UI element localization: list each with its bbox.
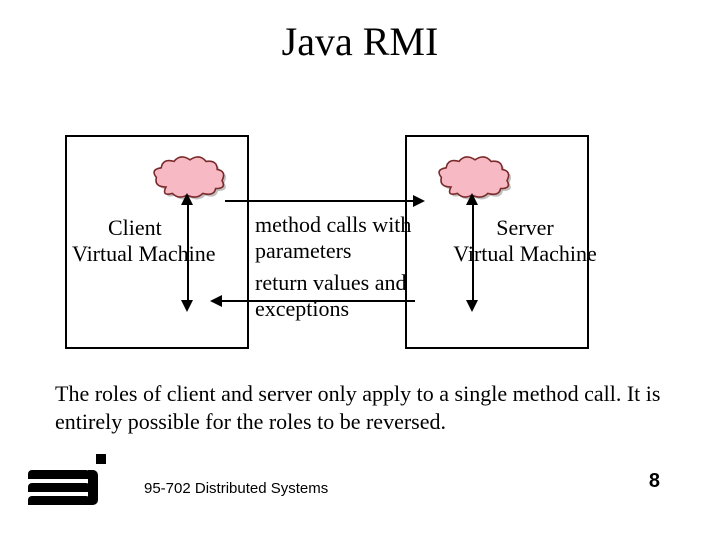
cmu-logo-icon	[28, 448, 108, 508]
client-vm-line2: Virtual Machine	[72, 241, 242, 267]
page-number: 8	[649, 470, 660, 493]
client-vm-line1: Client	[72, 215, 242, 241]
server-vm-label: Server Virtual Machine	[450, 215, 600, 267]
server-vm-line2: Virtual Machine	[450, 241, 600, 267]
client-vm-label: Client Virtual Machine	[72, 215, 242, 267]
return-arrow-label: return values and exceptions	[255, 270, 415, 322]
footer-course: 95-702 Distributed Systems	[144, 480, 328, 497]
call-arrow-label: method calls with parameters	[255, 212, 415, 264]
caption-text: The roles of client and server only appl…	[55, 380, 685, 436]
slide-title: Java RMI	[0, 18, 720, 65]
server-vm-line1: Server	[450, 215, 600, 241]
